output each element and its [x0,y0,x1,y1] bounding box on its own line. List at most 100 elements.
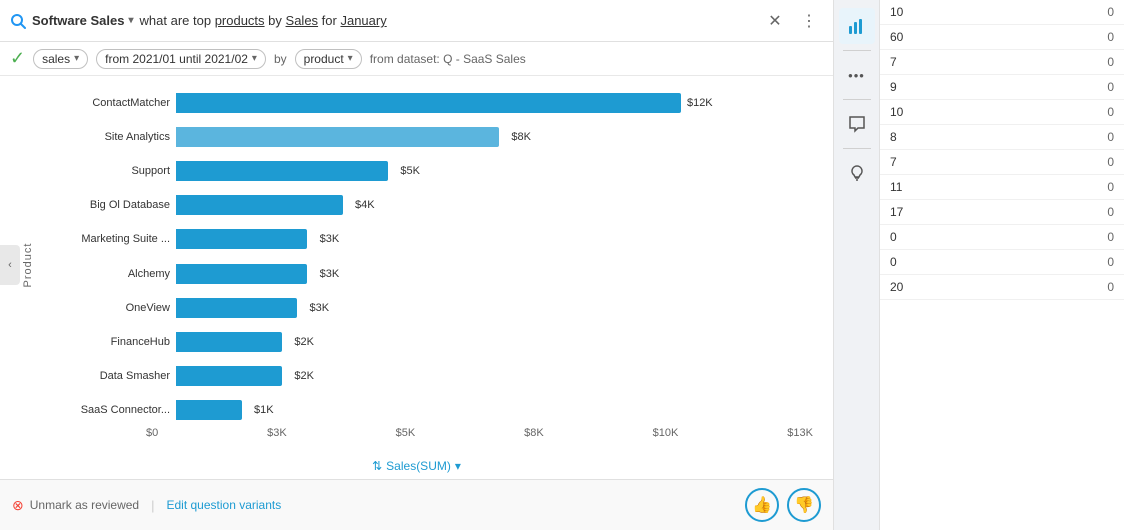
bar-label: Data Smasher [50,370,170,382]
table-cell-col2: 0 [1016,200,1124,225]
date-chip-chevron: ▾ [252,53,257,64]
chart-content: ContactMatcher $12K Site Analytics$8K Suppo… [20,86,823,427]
table-cell-col2: 0 [1016,225,1124,250]
bar-row: Site Analytics$8K [50,123,823,151]
table-cell-col1: 11 [880,175,1016,200]
data-table-area: 100600709010080701101700000200 [880,0,1124,530]
bar-label: Alchemy [50,268,170,280]
chevron-left-icon: ‹ [8,259,12,271]
collapse-button[interactable]: ‹ [0,245,20,285]
bar-container: $1K [176,400,823,420]
bar-row: Big Ol Database $4K [50,191,823,219]
sort-icon: ⇅ [372,459,382,473]
table-row: 90 [880,75,1124,100]
bar-container: $4K [176,195,823,215]
bar[interactable]: $12K [176,93,681,113]
more-sidebar-button[interactable]: ••• [839,57,875,93]
y-axis-label: Product [22,242,34,287]
bar-container: $2K [176,332,823,352]
table-row: 80 [880,125,1124,150]
sort-text: Sales(SUM) [386,459,451,473]
bar-row: Alchemy $3K [50,260,823,288]
comment-sidebar-button[interactable] [839,106,875,142]
bar-label: Big Ol Database [50,199,170,211]
table-row: 200 [880,275,1124,300]
filter-bar: ✓ sales ▾ from 2021/01 until 2021/02 ▾ b… [0,42,833,76]
bar-row: Marketing Suite ... $3K [50,225,823,253]
sales-filter-chip[interactable]: sales ▾ [33,49,88,69]
bar-container: $2K [176,366,823,386]
thumbs-up-button[interactable]: 👍 [745,488,779,522]
data-table: 100600709010080701101700000200 [880,0,1124,300]
table-cell-col1: 0 [880,225,1016,250]
table-cell-col1: 17 [880,200,1016,225]
bar[interactable]: $3K [176,298,297,318]
footer-separator: | [151,498,154,513]
bar[interactable]: $1K [176,400,242,420]
dataset-label: from dataset: Q - SaaS Sales [370,52,526,66]
bar-container: $3K [176,229,823,249]
bar-container: $8K [176,127,823,147]
table-cell-col1: 10 [880,0,1016,25]
table-cell-col2: 0 [1016,275,1124,300]
search-icon [10,13,26,29]
bar-value: $3K [320,268,340,280]
more-options-button[interactable]: ⋮ [795,7,823,35]
bar-value: $4K [355,199,375,211]
bar[interactable]: $3K [176,264,307,284]
table-row: 00 [880,250,1124,275]
table-cell-col1: 7 [880,50,1016,75]
bar-label: ContactMatcher [50,97,170,109]
table-cell-col1: 20 [880,275,1016,300]
bar-value: $5K [400,165,420,177]
bar-chart-sidebar-button[interactable] [839,8,875,44]
bar[interactable]: $2K [176,332,282,352]
bar-row: SaaS Connector...$1K [50,396,823,424]
table-row: 100 [880,0,1124,25]
edit-variants-link[interactable]: Edit question variants [167,498,282,512]
table-cell-col2: 0 [1016,0,1124,25]
bars-section: ContactMatcher $12K Site Analytics$8K Suppo… [50,86,823,427]
bar-row: ContactMatcher $12K [50,89,823,117]
unmark-label: Unmark as reviewed [30,498,139,512]
app-chevron-icon: ▾ [129,15,134,26]
search-query: what are top products by Sales for Janua… [140,13,755,28]
table-cell-col2: 0 [1016,25,1124,50]
unmark-reviewed-button[interactable]: ⊗ Unmark as reviewed [12,497,139,514]
bar-value: $1K [254,404,274,416]
bar[interactable]: $3K [176,229,307,249]
bar[interactable]: $4K [176,195,343,215]
bar[interactable]: $8K [176,127,499,147]
chart-area: ‹ Product ContactMatcher $12K Site Analyti… [0,76,833,453]
table-cell-col1: 7 [880,150,1016,175]
date-filter-chip[interactable]: from 2021/01 until 2021/02 ▾ [96,49,266,69]
close-button[interactable]: ✕ [761,7,789,35]
bar-row: Support$5K [50,157,823,185]
table-cell-col2: 0 [1016,50,1124,75]
sort-label[interactable]: ⇅ Sales(SUM) ▾ [0,453,833,479]
table-cell-col2: 0 [1016,175,1124,200]
sidebar-divider-2 [843,99,871,100]
app-name[interactable]: Software Sales ▾ [32,13,134,28]
bar[interactable]: $5K [176,161,388,181]
bar[interactable]: $2K [176,366,282,386]
x-axis: $0 $3K $5K $8K $10K $13K [20,427,823,443]
table-cell-col1: 0 [880,250,1016,275]
bar-label: Marketing Suite ... [50,233,170,245]
lightbulb-sidebar-button[interactable] [839,155,875,191]
table-cell-col2: 0 [1016,125,1124,150]
search-bar: Software Sales ▾ what are top products b… [0,0,833,42]
thumbs-down-button[interactable]: 👎 [787,488,821,522]
bar-container: $3K [176,264,823,284]
table-row: 600 [880,25,1124,50]
table-cell-col1: 60 [880,25,1016,50]
search-actions: ✕ ⋮ [761,7,823,35]
thumbs-down-icon: 👎 [794,495,814,515]
verified-icon: ✓ [10,48,25,69]
sidebar-divider-1 [843,50,871,51]
product-filter-chip[interactable]: product ▾ [295,49,362,69]
table-cell-col1: 8 [880,125,1016,150]
bar-container: $12K [176,93,823,113]
bar-value: $12K [687,97,713,109]
table-cell-col1: 9 [880,75,1016,100]
